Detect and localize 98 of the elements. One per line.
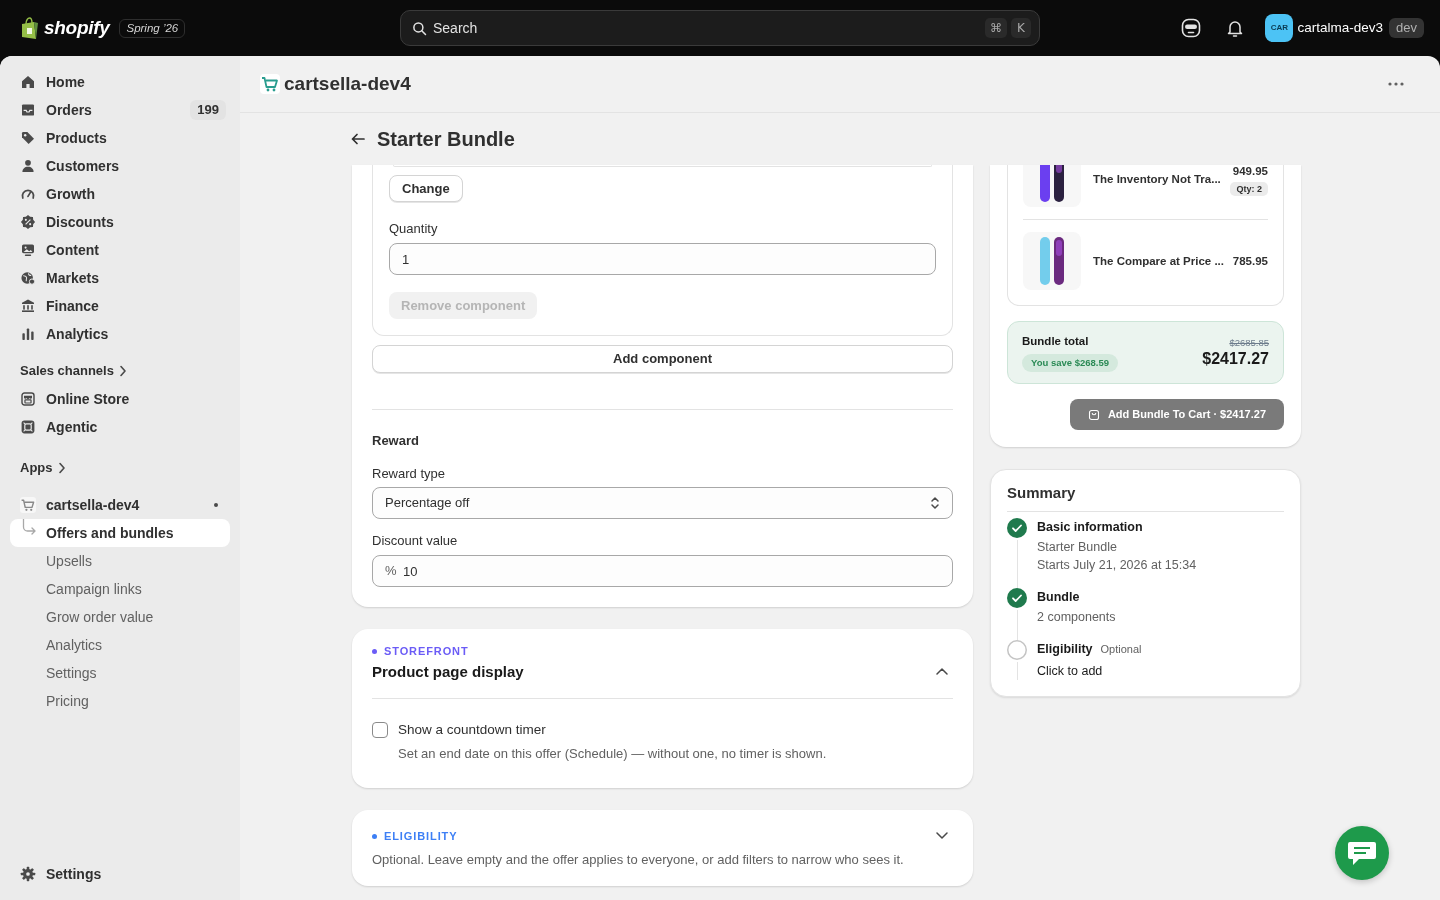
nav-item[interactable]: Orders 199 (10, 96, 230, 124)
chevron-up-icon[interactable] (936, 668, 948, 675)
storefront-icon (20, 391, 36, 407)
percent-badge-icon (20, 214, 36, 230)
section-link[interactable]: Sales channels (10, 357, 230, 385)
snowboard-drawing (1023, 232, 1081, 290)
nav-item[interactable]: Markets (10, 264, 230, 292)
compare-price: $2685.85 (1229, 336, 1269, 349)
field-label: Reward type (372, 465, 446, 483)
product-price: 785.95 (1232, 255, 1268, 267)
step-detail: Starts July 21, 2026 at 15:34 (1037, 557, 1197, 574)
nav-item[interactable]: Customers (10, 152, 230, 180)
nav-item[interactable]: Online Store (10, 385, 230, 413)
step-detail: Starter Bundle (1037, 539, 1117, 556)
field-label: Quantity (389, 220, 438, 238)
add-component-button[interactable]: Add component (372, 345, 953, 373)
shopping-bag-icon (1087, 408, 1100, 421)
nav-item[interactable]: Upsells (10, 547, 230, 575)
nav-item[interactable]: Finance (10, 292, 230, 320)
chevron-right-icon (117, 365, 128, 377)
savings-badge: You save $268.59 (1022, 353, 1118, 372)
face-icon[interactable] (1181, 18, 1202, 38)
nav-item[interactable]: Analytics (10, 631, 230, 659)
bar-chart-icon (20, 326, 36, 342)
step-title: Eligibility (1037, 641, 1093, 658)
checkbox-label[interactable]: Show a countdown timer (398, 720, 546, 740)
edition-badge: Spring ’26 (119, 18, 186, 38)
product-name: The Inventory Not Tra... (1093, 172, 1219, 186)
field-label: Discount value (372, 532, 459, 550)
globe-icon (20, 270, 36, 286)
nav-item[interactable]: Settings (10, 860, 230, 888)
section-eyebrow: ELIGIBILITY (384, 829, 458, 843)
product-price: 949.95 (1232, 165, 1268, 177)
step-action-link[interactable]: Click to add (1037, 662, 1103, 680)
nav-item[interactable]: Content (10, 236, 230, 264)
step-title: Basic information (1037, 519, 1143, 536)
shortcut-key: ⌘ (985, 18, 1007, 38)
help-text: Set an end date on this offer (Schedule) — without one, no timer is shown. (397, 745, 828, 763)
avatar[interactable]: CAR (1265, 14, 1294, 42)
product-name: The Compare at Price ... (1093, 254, 1221, 268)
cart-logo-icon (260, 74, 280, 94)
section-link[interactable]: Apps (10, 454, 230, 482)
quantity-field[interactable]: 1 (389, 243, 936, 275)
count-badge: 199 (190, 100, 226, 120)
nav-item[interactable]: cartsella-dev4 (10, 491, 230, 519)
nav-item[interactable]: Growth (10, 180, 230, 208)
nav-item[interactable]: Discounts (10, 208, 230, 236)
step-detail: 2 components (1037, 609, 1116, 626)
nav-item[interactable]: Offers and bundles (10, 519, 230, 547)
checkbox[interactable] (372, 722, 388, 738)
environment-badge: dev (1389, 18, 1424, 38)
cart-logo-icon (20, 497, 36, 513)
optional-tag: Optional (1100, 641, 1142, 658)
step-title: Bundle (1037, 589, 1080, 606)
bundle-price: $2417.27 (1202, 348, 1269, 369)
shortcut-key: K (1011, 18, 1031, 38)
nav-item[interactable]: Pricing (10, 687, 230, 715)
home-icon (20, 74, 36, 90)
nav-item[interactable]: Campaign links (10, 575, 230, 603)
nav-item[interactable]: Grow order value (10, 603, 230, 631)
app-title: cartsella-dev4 (284, 71, 411, 96)
quantity-badge: Qty: 2 (1230, 182, 1268, 196)
input-prefix: % (385, 562, 397, 580)
shopping-bag-logo-icon (20, 16, 40, 40)
section-heading: Reward (372, 432, 420, 450)
bank-icon (20, 298, 36, 314)
page-title: Starter Bundle (377, 127, 515, 152)
gear-icon (20, 866, 36, 882)
dot-icon (214, 503, 218, 507)
framed-square-icon (20, 419, 36, 435)
nav-item[interactable]: Agentic (10, 413, 230, 441)
chevron-right-icon (56, 462, 67, 474)
chat-button[interactable] (1335, 826, 1389, 880)
bundle-total-label: Bundle total (1022, 333, 1089, 348)
nav-item[interactable]: Analytics (10, 320, 230, 348)
nav-item[interactable]: Home (10, 68, 230, 96)
bell-icon[interactable] (1226, 18, 1245, 38)
section-description: Optional. Leave empty and the offer applies to everyone, or add filters to narrow who sees it. (372, 851, 905, 869)
summary-title: Summary (1007, 483, 1077, 503)
monitor-image-icon (20, 242, 36, 258)
tag-icon (20, 130, 36, 146)
back-arrow-icon[interactable] (350, 131, 366, 147)
reward-type-select[interactable]: Percentage off (372, 487, 953, 519)
person-icon (20, 158, 36, 174)
inbox-tray-icon (20, 102, 36, 118)
search-icon (412, 21, 427, 36)
chat-bubble-icon (1348, 840, 1376, 866)
change-button[interactable]: Change (389, 175, 463, 202)
nav-item[interactable]: Products (10, 124, 230, 152)
account-name[interactable]: cartalma-dev3 (1297, 17, 1384, 39)
brand-wordmark: shopify (44, 15, 110, 40)
chevron-down-icon[interactable] (936, 832, 948, 839)
nav-item[interactable]: Settings (10, 659, 230, 687)
more-icon[interactable] (1388, 82, 1404, 86)
section-eyebrow: STOREFRONT (384, 644, 469, 658)
select-chevrons-icon (930, 496, 940, 510)
add-to-cart-button[interactable]: Add Bundle To Cart · $2417.27 (1069, 399, 1284, 430)
section-title: Product page display (372, 662, 525, 682)
